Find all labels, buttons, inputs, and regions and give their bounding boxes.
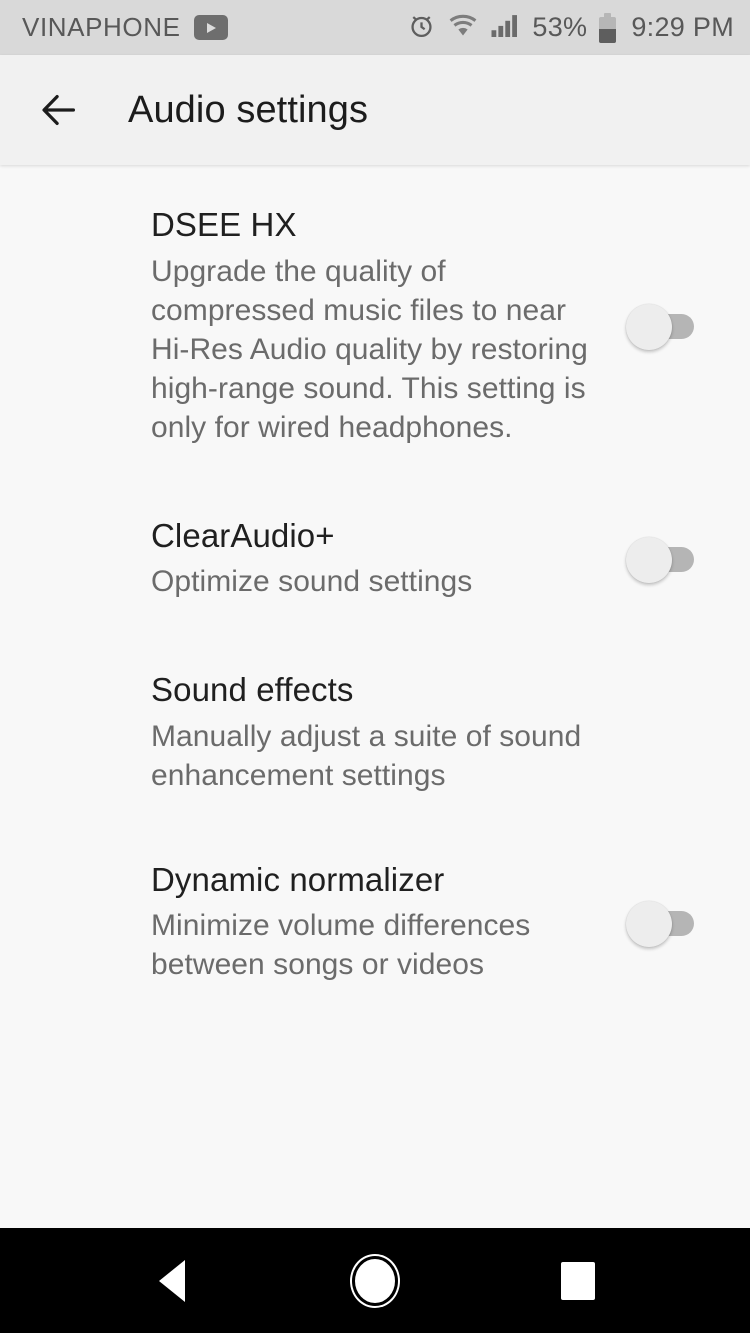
nav-recents-square-icon[interactable] xyxy=(523,1228,633,1333)
status-bar: VINAPHONE 53% 9:29 PM xyxy=(0,0,750,55)
nav-back-triangle-icon[interactable] xyxy=(117,1228,227,1333)
setting-title: Dynamic normalizer xyxy=(151,860,445,898)
back-arrow-icon[interactable] xyxy=(34,85,84,135)
status-bar-clock: 9:29 PM xyxy=(631,12,734,42)
cellular-signal-icon xyxy=(490,11,520,44)
setting-text-sound-effects: Sound effects Manually adjust a suite of… xyxy=(151,671,692,795)
app-bar: Audio settings xyxy=(0,55,750,165)
toggle-clearaudio-plus[interactable] xyxy=(626,535,694,583)
setting-text-dynamic-normalizer: Dynamic normalizer Minimize volume diffe… xyxy=(151,861,626,985)
toggle-dynamic-normalizer[interactable] xyxy=(626,899,694,947)
phone-screen: VINAPHONE 53% 9:29 PM Audio settings DSE… xyxy=(0,0,750,1333)
setting-subtitle: Manually adjust a suite of sound enhance… xyxy=(151,719,582,792)
setting-title: ClearAudio+ xyxy=(151,516,335,554)
settings-list: DSEE HX Upgrade the quality of compresse… xyxy=(0,165,750,1228)
toggle-thumb xyxy=(626,304,672,351)
status-bar-left: VINAPHONE xyxy=(22,12,228,43)
setting-row-dynamic-normalizer[interactable]: Dynamic normalizer Minimize volume diffe… xyxy=(0,861,750,985)
setting-subtitle: Optimize sound settings xyxy=(151,565,473,599)
setting-row-dsee-hx[interactable]: DSEE HX Upgrade the quality of compresse… xyxy=(0,206,750,447)
setting-title: Sound effects xyxy=(151,671,354,709)
page-title: Audio settings xyxy=(128,88,369,131)
youtube-play-icon xyxy=(193,15,228,40)
battery-half-icon xyxy=(599,12,617,43)
setting-subtitle: Minimize volume differences between song… xyxy=(151,909,531,982)
navigation-bar xyxy=(0,1228,750,1333)
setting-row-sound-effects[interactable]: Sound effects Manually adjust a suite of… xyxy=(0,671,750,795)
nav-home-circle-icon[interactable] xyxy=(320,1228,430,1333)
setting-title: DSEE HX xyxy=(151,206,297,243)
setting-text-dsee-hx: DSEE HX Upgrade the quality of compresse… xyxy=(151,206,626,447)
battery-percent-label: 53% xyxy=(532,12,588,42)
toggle-thumb xyxy=(626,900,672,947)
alarm-clock-icon xyxy=(407,11,436,45)
setting-subtitle: Upgrade the quality of compressed music … xyxy=(151,254,588,444)
carrier-label: VINAPHONE xyxy=(22,12,181,42)
toggle-thumb xyxy=(626,536,672,583)
setting-row-clearaudio-plus[interactable]: ClearAudio+ Optimize sound settings xyxy=(0,517,750,602)
setting-text-clearaudio-plus: ClearAudio+ Optimize sound settings xyxy=(151,517,626,602)
status-bar-right: 53% 9:29 PM xyxy=(407,11,734,45)
toggle-dsee-hx[interactable] xyxy=(626,302,694,351)
wifi-icon xyxy=(448,12,478,43)
